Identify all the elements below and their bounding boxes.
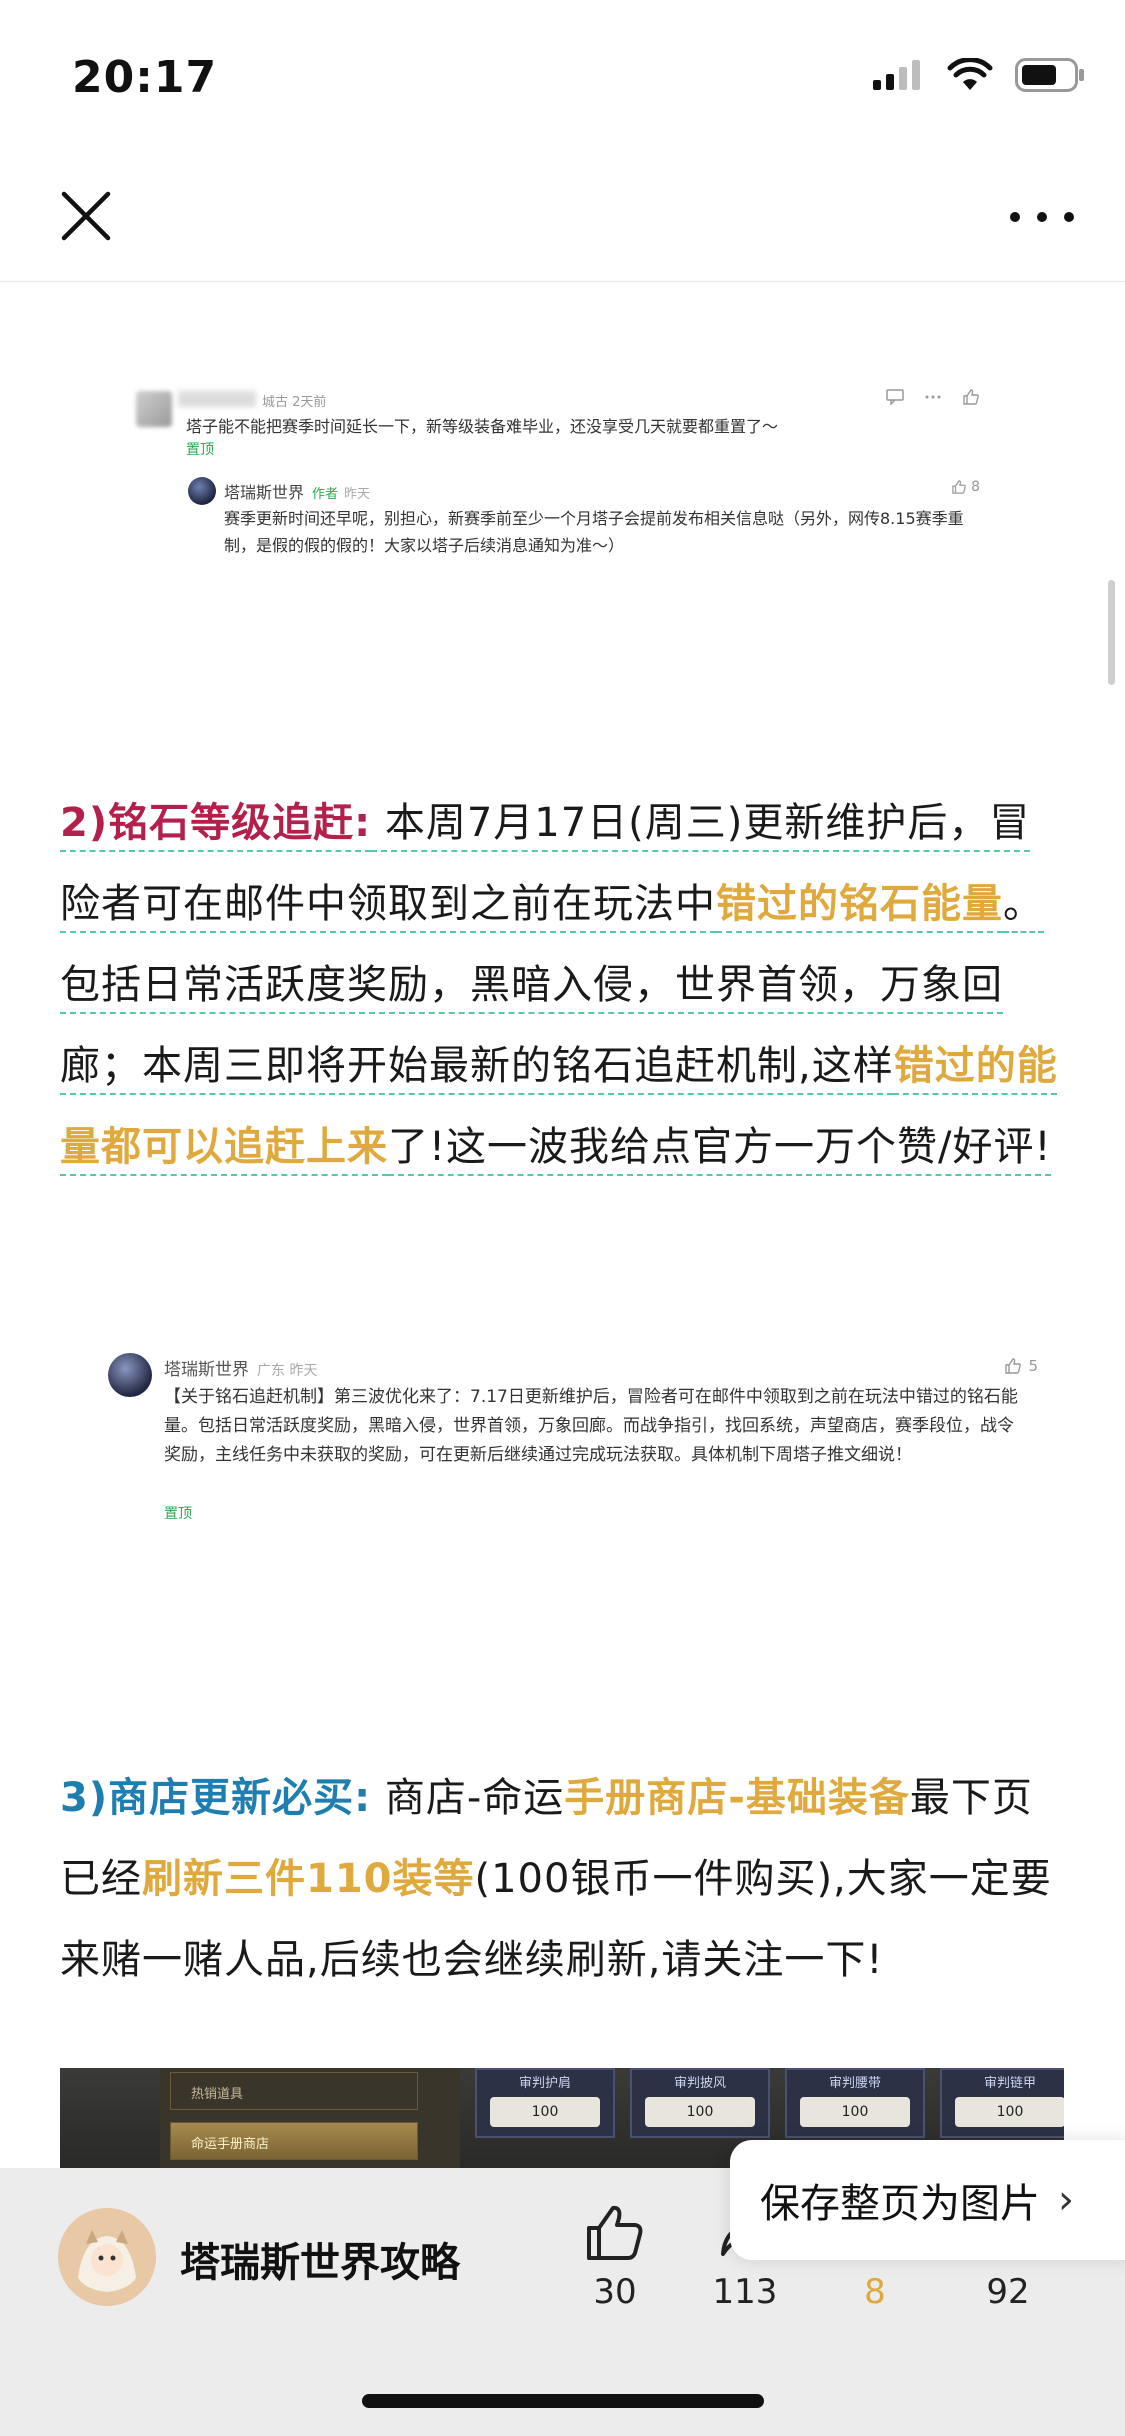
favorite-count: 8 — [864, 2272, 886, 2312]
reply-author-name: 塔瑞斯世界 — [224, 483, 305, 502]
status-time: 20:17 — [72, 52, 218, 103]
item-price: 100 — [800, 2097, 910, 2127]
highlight-text: 刷新三件110装等 — [142, 1856, 475, 1902]
nav-bar — [0, 150, 1125, 282]
comment-author: 塔瑞斯世界 广东 昨天 — [164, 1355, 317, 1380]
more-icon — [925, 395, 941, 399]
like-count: 30 — [593, 2272, 637, 2312]
shop-item-card: 审判护肩 100 — [475, 2068, 615, 2138]
thumbs-up-icon — [587, 2205, 643, 2260]
save-page-as-image-button[interactable]: 保存整页为图片 › — [730, 2140, 1125, 2260]
author-tag: 作者 — [312, 487, 339, 502]
status-icons — [873, 58, 1085, 92]
section-paragraph-3: 3)商店更新必买: 商店-命运手册商店-基础装备最下页已经刷新三件110装等(1… — [60, 1758, 1070, 2001]
section-heading: 3)商店更新必买: — [60, 1775, 372, 1821]
thumbs-up-icon — [952, 480, 966, 494]
comment-actions — [886, 389, 980, 405]
comment-screenshot-1: 城古 2天前 塔子能不能把赛季时间延长一下，新等级装备难毕业，还没享受几天就要都… — [120, 383, 980, 583]
comment-text: 塔子能不能把赛季时间延长一下，新等级装备难毕业，还没享受几天就要都重置了～ — [186, 417, 779, 436]
section-paragraph-2: 2)铭石等级追赶: 本周7月17日(周三)更新维护后，冒险者可在邮件中领取到之前… — [60, 783, 1070, 1188]
paragraph-text: 了!这一波我给点官方一万个赞/好评! — [388, 1124, 1052, 1170]
like-count: 8 — [971, 479, 980, 495]
thumbs-up-icon — [1005, 1358, 1022, 1374]
home-indicator[interactable] — [362, 2394, 764, 2408]
shop-item-card: 审判披风 100 — [630, 2068, 770, 2138]
section-heading: 2)铭石等级追赶: — [60, 800, 372, 846]
shop-menu-item: 热销道具 — [170, 2072, 418, 2110]
comment-count: 92 — [986, 2272, 1030, 2312]
comment-meta: 广东 昨天 — [257, 1363, 318, 1379]
more-icon[interactable] — [1007, 202, 1077, 232]
status-bar: 20:17 — [0, 0, 1125, 150]
avatar — [136, 391, 172, 427]
item-price: 100 — [490, 2097, 600, 2127]
cellular-signal-icon — [873, 60, 920, 90]
reply-author: 塔瑞斯世界 作者 昨天 — [224, 479, 370, 503]
battery-icon — [1015, 58, 1084, 92]
article-body: 城古 2天前 塔子能不能把赛季时间延长一下，新等级装备难毕业，还没享受几天就要都… — [0, 283, 1125, 2168]
comment-meta: 城古 2天前 — [262, 395, 327, 410]
comment-author-name: 塔瑞斯世界 — [164, 1360, 249, 1380]
reply-icon — [886, 389, 904, 405]
thumbs-up-icon — [963, 389, 979, 405]
item-title: 审判护肩 — [518, 2076, 571, 2091]
close-icon[interactable] — [58, 188, 114, 244]
pinned-tag: 置顶 — [186, 442, 214, 458]
item-title: 审判腰带 — [828, 2076, 881, 2091]
reply-like-count: 8 — [951, 479, 980, 495]
reply-text: 赛季更新时间还早呢，别担心，新赛季前至少一个月塔子会提前发布相关信息哒（另外，网… — [224, 509, 964, 555]
author-avatar-illustration — [58, 2208, 156, 2306]
item-title: 审判链甲 — [983, 2076, 1036, 2091]
avatar — [188, 477, 216, 505]
reply-time: 昨天 — [344, 487, 371, 502]
share-count: 113 — [712, 2272, 778, 2312]
item-price: 100 — [645, 2097, 755, 2127]
shop-item-card: 审判链甲 100 — [940, 2068, 1064, 2138]
comment-like-count: 5 — [1004, 1357, 1038, 1375]
shop-menu-item-active: 命运手册商店 — [170, 2122, 418, 2160]
comment-screenshot-2: 塔瑞斯世界 广东 昨天 5 【关于铭石追赶机制】第三波优化来了：7.17日更新维护… — [108, 1353, 1058, 1538]
chevron-right-icon: › — [1058, 2177, 1074, 2223]
author-name[interactable]: 塔瑞斯世界攻略 — [180, 2230, 460, 2288]
blurred-username — [178, 391, 256, 407]
comment-text: 【关于铭石追赶机制】第三波优化来了：7.17日更新维护后，冒险者可在邮件中领取到… — [164, 1387, 1018, 1465]
like-count: 5 — [1028, 1357, 1038, 1375]
avatar — [108, 1353, 152, 1397]
wifi-icon — [947, 58, 993, 90]
paragraph-text: 商店-命运 — [371, 1775, 565, 1821]
save-page-label: 保存整页为图片 — [760, 2181, 1040, 2227]
pinned-tag: 置顶 — [164, 1506, 192, 1522]
highlight-text: 手册商店-基础装备 — [564, 1775, 910, 1821]
like-button[interactable]: 30 — [555, 2198, 675, 2312]
highlight-text: 错过的铭石能量 — [716, 881, 1003, 927]
shop-menu: 热销道具 命运手册商店 — [160, 2068, 460, 2168]
item-price: 100 — [955, 2097, 1064, 2127]
shop-item-card: 审判腰带 100 — [785, 2068, 925, 2138]
item-title: 审判披风 — [673, 2076, 726, 2091]
author-avatar[interactable] — [58, 2208, 156, 2306]
